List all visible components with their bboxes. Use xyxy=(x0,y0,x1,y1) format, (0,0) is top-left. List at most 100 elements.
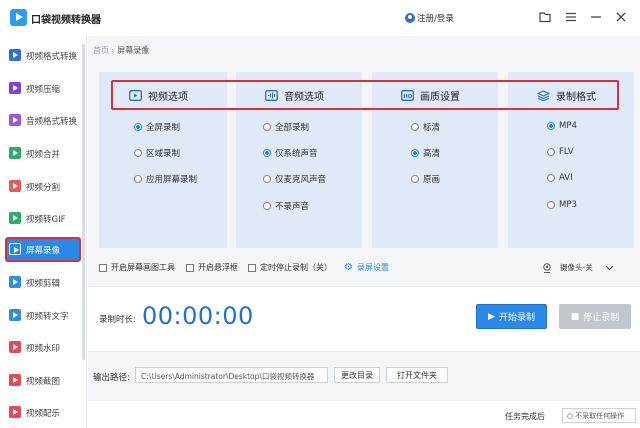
radio-region[interactable]: 区域录制 xyxy=(134,147,180,159)
radio-quality-hd[interactable]: 高清 xyxy=(411,147,440,159)
sidebar-item-video-edit[interactable]: 视频剪辑 xyxy=(5,270,81,295)
header-highlight-box xyxy=(111,80,619,110)
minimize-icon[interactable] xyxy=(589,10,603,24)
video-text-icon xyxy=(9,309,21,321)
app-title: 口袋视频转换器 xyxy=(31,15,101,26)
radio-audio-mic[interactable]: 仅麦克风声音 xyxy=(263,173,326,185)
task-done-select[interactable]: ○ 不采取任何操作 xyxy=(562,408,636,423)
stop-record-button[interactable]: ■ 停止录制 xyxy=(559,304,631,329)
record-settings-link[interactable]: ⚙ 录屏设置 xyxy=(344,262,389,273)
radio-label: MP3 xyxy=(559,200,577,210)
radio-indicator: ○ xyxy=(567,411,574,420)
sidebar-item-video-gif[interactable]: 视频转GIF xyxy=(5,206,81,231)
checkbox-label: 开启屏幕画图工具 xyxy=(111,263,175,272)
screen-record-icon xyxy=(9,243,21,255)
video-compress-icon xyxy=(9,82,21,94)
radio-label: 不录声音 xyxy=(275,202,310,212)
title-bar: 口袋视频转换器 注册/登录 xyxy=(0,0,640,36)
breadcrumb-home[interactable]: 首页 xyxy=(93,46,109,55)
radio-indicator xyxy=(263,149,271,157)
music-icon xyxy=(9,406,21,418)
radio-fullscreen[interactable]: 全屏录制 xyxy=(134,121,180,133)
radio-indicator xyxy=(134,149,142,157)
radio-indicator xyxy=(134,175,142,183)
sidebar-item-music[interactable]: 视频配乐 xyxy=(5,400,81,425)
radio-indicator xyxy=(263,202,271,210)
radio-label: 原画 xyxy=(423,175,441,185)
footer-bar xyxy=(88,400,640,428)
user-icon xyxy=(405,13,415,23)
login-button[interactable]: 注册/登录 xyxy=(405,12,454,24)
record-duration-label: 录制时长: xyxy=(99,315,136,325)
watermark-icon xyxy=(9,341,21,353)
radio-audio-system[interactable]: 仅系统声音 xyxy=(263,147,318,159)
radio-label: 高清 xyxy=(423,149,441,159)
audio-convert-icon xyxy=(9,114,21,126)
radio-label: FLV xyxy=(559,147,574,157)
radio-format-flv[interactable]: FLV xyxy=(547,147,574,157)
breadcrumb-current: 屏幕录像 xyxy=(117,46,150,55)
checkbox-indicator xyxy=(186,263,194,272)
output-path-field[interactable]: C:\Users\Administrator\Desktop\口袋视频转换器 xyxy=(135,367,328,383)
radio-label: MP4 xyxy=(559,121,577,131)
radio-indicator xyxy=(411,175,419,183)
sidebar-item-audio-convert[interactable]: 音频格式转换 xyxy=(5,108,81,133)
folder-icon[interactable] xyxy=(538,10,552,24)
sidebar-item-video-merge[interactable]: 视频合并 xyxy=(5,141,81,166)
radio-label: 全屏录制 xyxy=(146,123,181,133)
radio-label: 仅系统声音 xyxy=(275,149,318,159)
sidebar-item-screen-record[interactable]: 屏幕录像 xyxy=(5,237,81,262)
radio-app-window[interactable]: 应用屏幕录制 xyxy=(134,173,197,185)
radio-format-avi[interactable]: AVI xyxy=(547,173,573,183)
sidebar-item-screenshot[interactable]: 视频截图 xyxy=(5,368,81,393)
radio-quality-sd[interactable]: 标清 xyxy=(411,121,440,133)
radio-quality-original[interactable]: 原画 xyxy=(411,173,440,185)
radio-audio-none[interactable]: 不录声音 xyxy=(263,200,309,212)
gear-icon: ⚙ xyxy=(344,262,353,273)
checkbox-indicator xyxy=(99,263,107,272)
camera-icon xyxy=(543,262,551,273)
check-float-window[interactable]: 开启悬浮框 xyxy=(186,262,238,273)
checkbox-indicator xyxy=(248,263,256,272)
radio-indicator xyxy=(547,148,555,156)
video-convert-icon xyxy=(9,49,21,61)
change-dir-button[interactable]: 更改目录 xyxy=(334,367,380,383)
play-icon: ▶ xyxy=(488,311,495,322)
app-logo-icon xyxy=(10,9,27,26)
radio-indicator xyxy=(547,122,555,130)
radio-label: 应用屏幕录制 xyxy=(146,175,198,185)
sidebar-item-video-split[interactable]: 视频分割 xyxy=(5,174,81,199)
sidebar-item-video-compress[interactable]: 视频压缩 xyxy=(5,76,81,101)
stop-icon: ■ xyxy=(570,311,580,322)
screenshot-icon xyxy=(9,374,21,386)
breadcrumb: 首页 › 屏幕录像 xyxy=(93,45,149,56)
radio-label: 区域录制 xyxy=(146,149,181,159)
open-folder-button[interactable]: 打开文件夹 xyxy=(386,367,448,383)
radio-format-mp3[interactable]: MP3 xyxy=(547,200,577,210)
radio-indicator xyxy=(547,201,555,209)
sidebar-item-watermark[interactable]: 视频水印 xyxy=(5,335,81,360)
chevron-down-icon xyxy=(605,265,614,270)
task-done-value: 不采取任何操作 xyxy=(575,411,625,420)
camera-label: 摄像头-关 xyxy=(560,263,593,272)
sidebar-item-video-to-text[interactable]: 视频转文字 xyxy=(5,303,81,328)
video-edit-icon xyxy=(9,276,21,288)
radio-label: AVI xyxy=(559,173,573,183)
menu-icon[interactable] xyxy=(564,10,578,24)
gif-icon xyxy=(9,212,21,224)
check-timer-stop[interactable]: 定时停止录制（关） xyxy=(248,262,332,273)
close-icon[interactable] xyxy=(614,10,628,24)
checkbox-label: 开启悬浮框 xyxy=(198,263,238,272)
radio-label: 仅麦克风声音 xyxy=(275,175,327,185)
checkbox-label: 定时停止录制（关） xyxy=(260,263,332,272)
sidebar-scrollbar[interactable] xyxy=(82,44,85,360)
check-draw-toolbar[interactable]: 开启屏幕画图工具 xyxy=(99,262,175,273)
start-record-button[interactable]: ▶ 开始录制 xyxy=(476,304,547,329)
radio-indicator xyxy=(411,123,419,131)
breadcrumb-sep: › xyxy=(111,46,115,55)
radio-audio-all[interactable]: 全部录制 xyxy=(263,121,309,133)
sidebar-item-video-convert[interactable]: 视频格式转换 xyxy=(5,43,81,68)
video-split-icon xyxy=(9,180,21,192)
radio-format-mp4[interactable]: MP4 xyxy=(547,121,577,131)
camera-dropdown[interactable]: 摄像头-关 xyxy=(542,262,614,273)
